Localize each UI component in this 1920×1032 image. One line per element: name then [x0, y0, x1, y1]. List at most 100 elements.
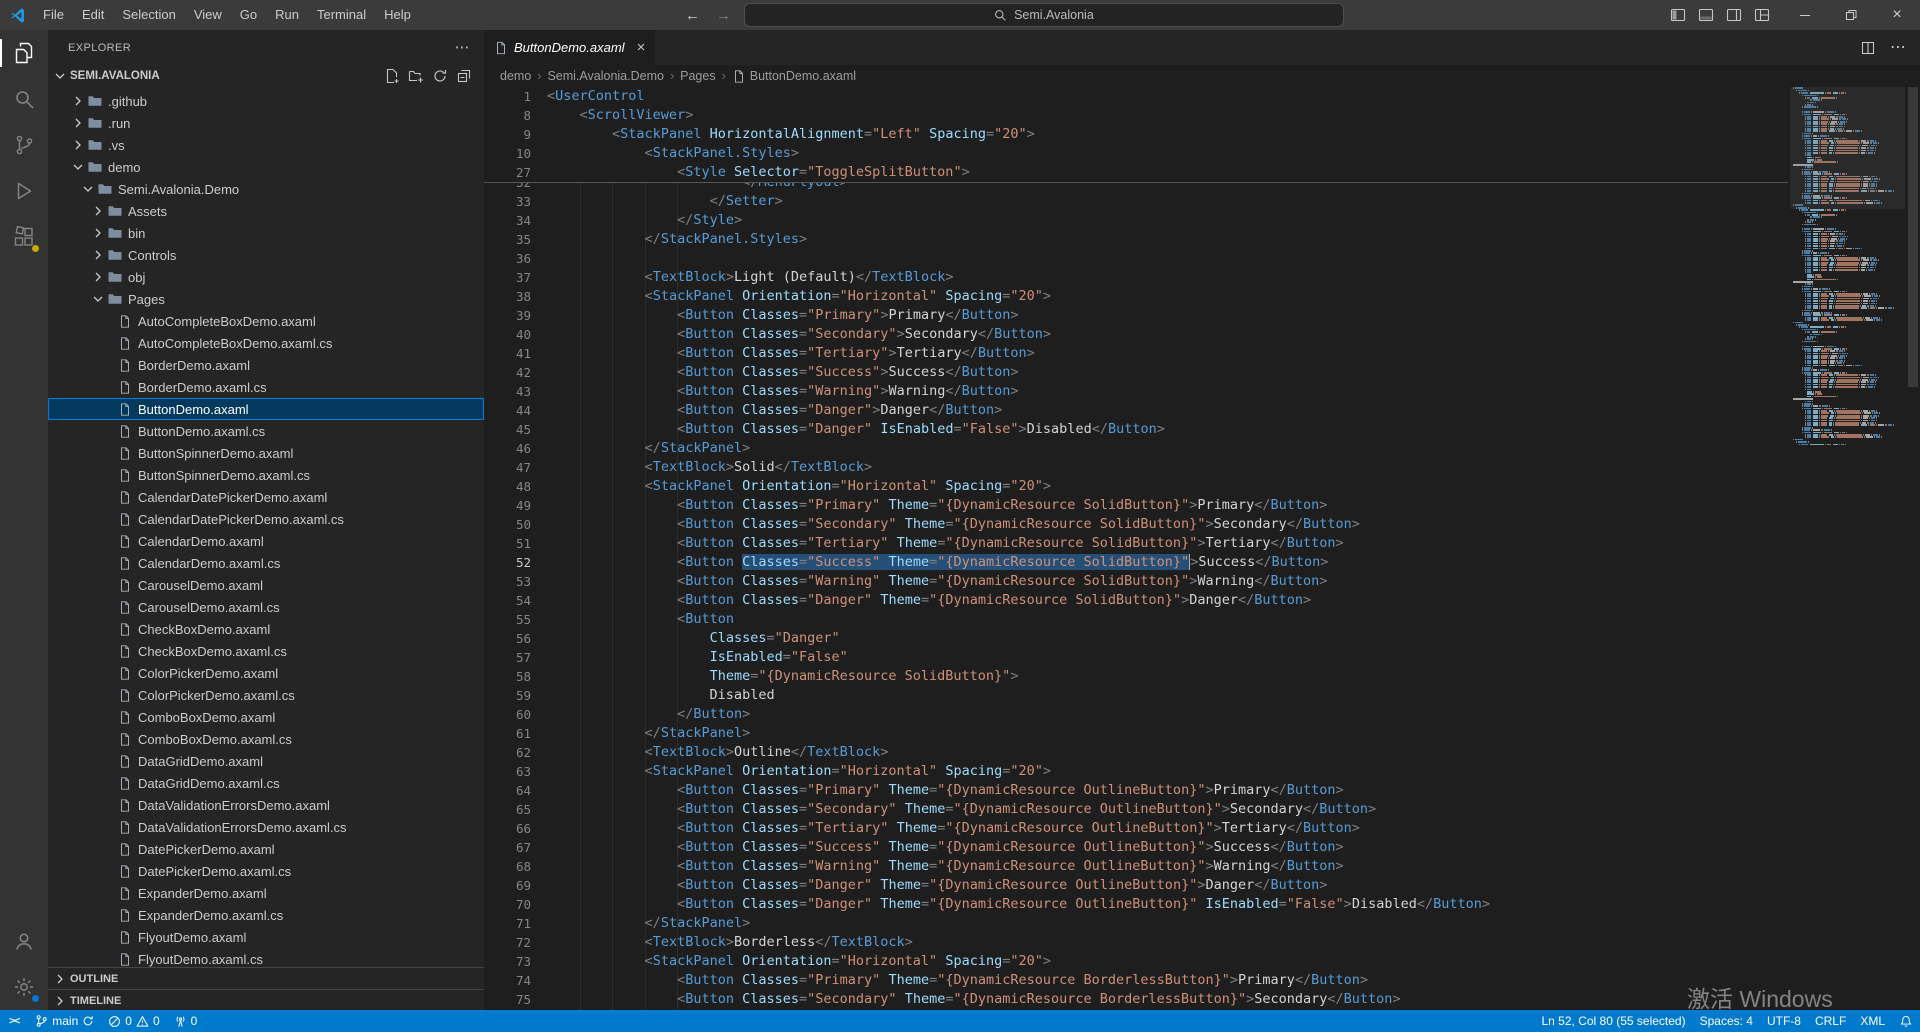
breadcrumb-item[interactable]: Pages: [680, 69, 715, 83]
menu-run[interactable]: Run: [266, 0, 308, 30]
code-line-1[interactable]: 1<UserControl: [484, 87, 1920, 106]
tree-folder-demo[interactable]: demo: [48, 156, 484, 178]
tree-file-calendardatepickerdemo.axaml.cs[interactable]: CalendarDatePickerDemo.axaml.cs: [48, 508, 484, 530]
code-area[interactable]: 1<UserControl8 <ScrollViewer>9 <StackPan…: [484, 87, 1920, 1010]
breadcrumb-item[interactable]: Semi.Avalonia.Demo: [547, 69, 664, 83]
tree-file-datepickerdemo.axaml.cs[interactable]: DatePickerDemo.axaml.cs: [48, 860, 484, 882]
toggle-secondary-sidebar-icon[interactable]: [1722, 3, 1746, 27]
tree-folder-.vs[interactable]: .vs: [48, 134, 484, 156]
menu-selection[interactable]: Selection: [113, 0, 184, 30]
code-line-54[interactable]: 54 <Button Classes="Danger" Theme="{Dyna…: [484, 591, 1920, 610]
command-center-search[interactable]: Semi.Avalonia: [744, 3, 1344, 27]
tree-file-calendardemo.axaml.cs[interactable]: CalendarDemo.axaml.cs: [48, 552, 484, 574]
code-line-9[interactable]: 9 <StackPanel HorizontalAlignment="Left"…: [484, 125, 1920, 144]
tree-file-datavalidationerrorsdemo.axaml[interactable]: DataValidationErrorsDemo.axaml: [48, 794, 484, 816]
menu-file[interactable]: File: [34, 0, 73, 30]
code-line-60[interactable]: 60 </Button>: [484, 705, 1920, 724]
scrollbar-thumb[interactable]: [1908, 87, 1918, 387]
code-line-47[interactable]: 47 <TextBlock>Solid</TextBlock>: [484, 458, 1920, 477]
tree-file-expanderdemo.axaml[interactable]: ExpanderDemo.axaml: [48, 882, 484, 904]
code-line-37[interactable]: 37 <TextBlock>Light (Default)</TextBlock…: [484, 268, 1920, 287]
code-line-56[interactable]: 56 Classes="Danger": [484, 629, 1920, 648]
tree-folder-bin[interactable]: bin: [48, 222, 484, 244]
menu-help[interactable]: Help: [375, 0, 420, 30]
code-line-34[interactable]: 34 </Style>: [484, 211, 1920, 230]
code-line-27[interactable]: 27 <Style Selector="ToggleSplitButton">: [484, 163, 1920, 182]
code-line-40[interactable]: 40 <Button Classes="Secondary">Secondary…: [484, 325, 1920, 344]
encoding-setting[interactable]: UTF-8: [1760, 1010, 1808, 1032]
code-line-8[interactable]: 8 <ScrollViewer>: [484, 106, 1920, 125]
code-line-66[interactable]: 66 <Button Classes="Tertiary" Theme="{Dy…: [484, 819, 1920, 838]
back-arrow-icon[interactable]: ←: [682, 7, 703, 24]
code-line-65[interactable]: 65 <Button Classes="Secondary" Theme="{D…: [484, 800, 1920, 819]
code-line-72[interactable]: 72 <TextBlock>Borderless</TextBlock>: [484, 933, 1920, 952]
tree-file-autocompleteboxdemo.axaml[interactable]: AutoCompleteBoxDemo.axaml: [48, 310, 484, 332]
tree-file-calendardatepickerdemo.axaml[interactable]: CalendarDatePickerDemo.axaml: [48, 486, 484, 508]
code-line-67[interactable]: 67 <Button Classes="Success" Theme="{Dyn…: [484, 838, 1920, 857]
tree-file-carouseldemo.axaml.cs[interactable]: CarouselDemo.axaml.cs: [48, 596, 484, 618]
tree-file-expanderdemo.axaml.cs[interactable]: ExpanderDemo.axaml.cs: [48, 904, 484, 926]
tree-folder-pages[interactable]: Pages: [48, 288, 484, 310]
language-mode[interactable]: XML: [1853, 1010, 1892, 1032]
code-line-70[interactable]: 70 <Button Classes="Danger" Theme="{Dyna…: [484, 895, 1920, 914]
code-line-69[interactable]: 69 <Button Classes="Danger" Theme="{Dyna…: [484, 876, 1920, 895]
ports-indicator[interactable]: 0: [167, 1010, 205, 1032]
tree-file-borderdemo.axaml[interactable]: BorderDemo.axaml: [48, 354, 484, 376]
minimize-button[interactable]: [1782, 0, 1828, 30]
tree-file-buttonspinnerdemo.axaml[interactable]: ButtonSpinnerDemo.axaml: [48, 442, 484, 464]
search-sidebar-icon[interactable]: [0, 76, 48, 122]
explorer-icon[interactable]: [0, 30, 48, 76]
menu-terminal[interactable]: Terminal: [308, 0, 375, 30]
code-line-39[interactable]: 39 <Button Classes="Primary">Primary</Bu…: [484, 306, 1920, 325]
settings-gear-icon[interactable]: [0, 964, 48, 1010]
source-control-icon[interactable]: [0, 122, 48, 168]
code-line-64[interactable]: 64 <Button Classes="Primary" Theme="{Dyn…: [484, 781, 1920, 800]
menu-go[interactable]: Go: [231, 0, 266, 30]
extensions-icon[interactable]: [0, 214, 48, 260]
tree-folder-semi.avalonia.demo[interactable]: Semi.Avalonia.Demo: [48, 178, 484, 200]
code-line-62[interactable]: 62 <TextBlock>Outline</TextBlock>: [484, 743, 1920, 762]
tree-folder-controls[interactable]: Controls: [48, 244, 484, 266]
tab-close-icon[interactable]: ×: [637, 39, 646, 56]
split-editor-icon[interactable]: [1860, 40, 1876, 56]
remote-indicator[interactable]: ><: [0, 1010, 28, 1032]
breadcrumb-item[interactable]: demo: [500, 69, 531, 83]
tree-folder-assets[interactable]: Assets: [48, 200, 484, 222]
code-line-46[interactable]: 46 </StackPanel>: [484, 439, 1920, 458]
minimap-slider[interactable]: [1790, 87, 1905, 209]
tree-file-datavalidationerrorsdemo.axaml.cs[interactable]: DataValidationErrorsDemo.axaml.cs: [48, 816, 484, 838]
code-line-48[interactable]: 48 <StackPanel Orientation="Horizontal" …: [484, 477, 1920, 496]
code-line-51[interactable]: 51 <Button Classes="Tertiary" Theme="{Dy…: [484, 534, 1920, 553]
project-root-row[interactable]: SEMI.AVALONIA: [48, 65, 484, 87]
tree-folder-obj[interactable]: obj: [48, 266, 484, 288]
restore-button[interactable]: [1828, 0, 1874, 30]
code-line-55[interactable]: 55 <Button: [484, 610, 1920, 629]
tree-file-colorpickerdemo.axaml[interactable]: ColorPickerDemo.axaml: [48, 662, 484, 684]
new-folder-icon[interactable]: [408, 68, 424, 84]
code-line-36[interactable]: 36: [484, 249, 1920, 268]
new-file-icon[interactable]: [384, 68, 400, 84]
code-line-63[interactable]: 63 <StackPanel Orientation="Horizontal" …: [484, 762, 1920, 781]
code-line-57[interactable]: 57 IsEnabled="False": [484, 648, 1920, 667]
tree-file-flyoutdemo.axaml[interactable]: FlyoutDemo.axaml: [48, 926, 484, 948]
code-line-35[interactable]: 35 </StackPanel.Styles>: [484, 230, 1920, 249]
vertical-scrollbar[interactable]: [1905, 87, 1920, 1010]
code-line-42[interactable]: 42 <Button Classes="Success">Success</Bu…: [484, 363, 1920, 382]
tab-buttondemo[interactable]: ButtonDemo.axaml ×: [484, 30, 655, 65]
tree-file-buttondemo.axaml.cs[interactable]: ButtonDemo.axaml.cs: [48, 420, 484, 442]
code-line-50[interactable]: 50 <Button Classes="Secondary" Theme="{D…: [484, 515, 1920, 534]
menu-view[interactable]: View: [185, 0, 231, 30]
code-line-49[interactable]: 49 <Button Classes="Primary" Theme="{Dyn…: [484, 496, 1920, 515]
toggle-panel-icon[interactable]: [1694, 3, 1718, 27]
outline-section[interactable]: OUTLINE: [48, 967, 484, 989]
breadcrumb-item[interactable]: ButtonDemo.axaml: [732, 69, 856, 84]
tree-file-autocompleteboxdemo.axaml.cs[interactable]: AutoCompleteBoxDemo.axaml.cs: [48, 332, 484, 354]
code-line-58[interactable]: 58 Theme="{DynamicResource SolidButton}"…: [484, 667, 1920, 686]
forward-arrow-icon[interactable]: →: [713, 7, 734, 24]
tree-file-checkboxdemo.axaml.cs[interactable]: CheckBoxDemo.axaml.cs: [48, 640, 484, 662]
account-icon[interactable]: [0, 918, 48, 964]
problems-indicator[interactable]: 0 0: [101, 1010, 166, 1032]
code-line-68[interactable]: 68 <Button Classes="Warning" Theme="{Dyn…: [484, 857, 1920, 876]
code-line-43[interactable]: 43 <Button Classes="Warning">Warning</Bu…: [484, 382, 1920, 401]
code-line-45[interactable]: 45 <Button Classes="Danger" IsEnabled="F…: [484, 420, 1920, 439]
